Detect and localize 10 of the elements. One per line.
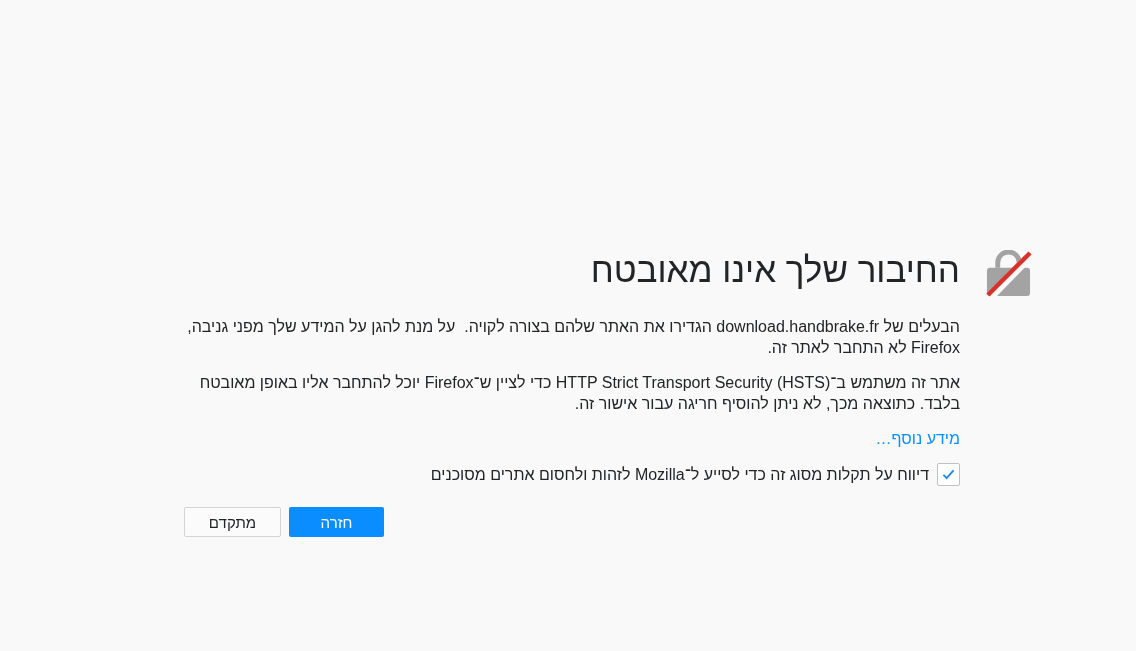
report-checkbox[interactable]	[937, 463, 960, 486]
page-title: החיבור שלך אינו מאובטח	[590, 250, 960, 290]
broken-lock-icon	[985, 250, 1032, 297]
learn-more-link[interactable]: מידע נוסף…	[875, 428, 960, 449]
checkbox-label: דיווח על תקלות מסוג זה כדי לסייע ל־Mozilla לזהות ולחסום אתרים מסוכנים	[430, 465, 929, 485]
error-description: הבעלים של download.handbrake.fr הגדירו את האתר שלהם בצורה לקויה. על מנת להגן על המידע שלך מפני גניבה, Firefox לא התחבר לאתר זה.	[186, 317, 960, 358]
error-description: אתר זה משתמש ב־HTTP Strict Transport Security (HSTS) כדי לציין ש־Firefox יוכל להתחבר אליו באופן מאובטח בלבד. כתוצאה מכך, לא ניתן להוסיף חריגה עבור אישור זה.	[198, 373, 960, 414]
back-button[interactable]: חזרה	[289, 507, 384, 537]
advanced-button[interactable]: מתקדם	[184, 507, 281, 537]
check-icon	[942, 469, 955, 480]
